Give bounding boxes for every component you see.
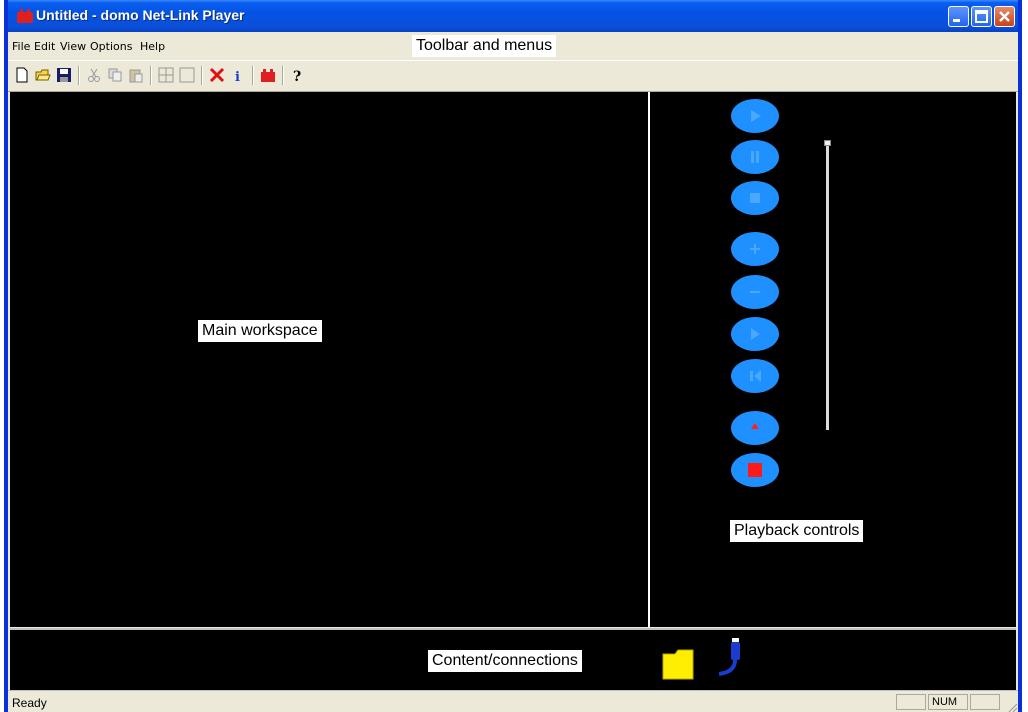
plus-icon [750,244,760,254]
menu-options[interactable]: Options [90,40,132,53]
play-button[interactable] [731,99,779,133]
close-icon [999,11,1010,22]
new-icon [16,67,28,83]
menu-help[interactable]: Help [140,40,165,53]
title-bar[interactable]: Untitled - domo Net-Link Player [8,0,1018,32]
delete-button[interactable] [207,65,227,85]
open-icon [35,69,51,81]
record-stop-button[interactable] [731,453,779,487]
menu-file[interactable]: File [12,40,30,53]
record-button[interactable] [258,65,278,85]
info-icon: i [235,70,240,83]
cut-button[interactable] [84,65,104,85]
status-text: Ready [12,696,47,710]
maximize-icon [975,10,988,23]
volume-down-button[interactable] [731,275,779,309]
volume-slider-track[interactable] [826,144,829,430]
toolbar-separator [282,66,284,85]
record-icon [261,69,275,82]
main-workspace-label: Main workspace [198,320,322,342]
help-button[interactable]: ? [288,65,308,85]
app-icon [17,9,33,23]
up-button[interactable] [731,411,779,445]
resize-grip-icon[interactable] [1006,701,1018,712]
copy-button[interactable] [105,65,125,85]
playback-control-pane: Playback controls [650,92,1016,627]
help-icon: ? [293,69,301,83]
forward-icon [751,328,760,340]
status-panel-num: NUM [928,694,968,710]
blank-button[interactable] [177,65,197,85]
menu-view[interactable]: View [60,40,86,53]
paste-icon [129,69,143,83]
info-button[interactable]: i [228,65,248,85]
grid-button[interactable] [156,65,176,85]
toolbar-separator [78,66,80,85]
toolbar-separator [201,66,203,85]
record-stop-icon [748,463,762,477]
close-button[interactable] [994,6,1015,27]
volume-up-button[interactable] [731,232,779,266]
delete-icon [209,67,225,83]
open-button[interactable] [33,65,53,85]
content-connections-pane: Content/connections [10,628,1016,690]
blank-icon [179,67,195,83]
svg-text:i: i [235,70,240,83]
pause-icon [751,151,759,163]
toolbar: i ? [8,60,1018,92]
application-window: Untitled - domo Net-Link Player File Edi… [4,0,1022,712]
cut-icon [88,68,100,82]
rewind-icon [750,370,761,382]
pause-button[interactable] [731,140,779,174]
save-icon [57,68,71,82]
menu-edit[interactable]: Edit [34,40,55,53]
status-panel-scroll [970,694,1000,710]
toolbar-menus-label: Toolbar and menus [412,35,557,57]
playback-controls-label: Playback controls [730,520,864,542]
toolbar-separator [252,66,254,85]
forward-button[interactable] [731,317,779,351]
save-button[interactable] [54,65,74,85]
rewind-button[interactable] [731,359,779,393]
minus-icon [750,291,760,293]
up-arrow-icon [751,423,759,429]
stop-button[interactable] [731,181,779,215]
status-bar: Ready NUM [8,690,1018,712]
grid-icon [158,67,174,83]
folder-button[interactable] [662,648,698,680]
maximize-button[interactable] [971,6,992,27]
toolbar-separator [150,66,152,85]
svg-text:?: ? [293,69,301,83]
minimize-icon [953,19,960,22]
volume-slider-thumb[interactable] [824,140,831,146]
status-panel-caps [896,694,926,710]
play-icon [751,110,761,122]
new-button[interactable] [12,65,32,85]
minimize-button[interactable] [948,6,969,27]
folder-icon [662,649,694,680]
main-workspace[interactable] [10,92,650,627]
content-connections-label: Content/connections [428,650,582,672]
stop-icon [750,193,760,203]
window-title: Untitled - domo Net-Link Player [36,7,245,23]
copy-icon [108,68,122,82]
connection-button[interactable] [715,636,743,680]
network-cable-icon [718,638,740,676]
paste-button[interactable] [126,65,146,85]
